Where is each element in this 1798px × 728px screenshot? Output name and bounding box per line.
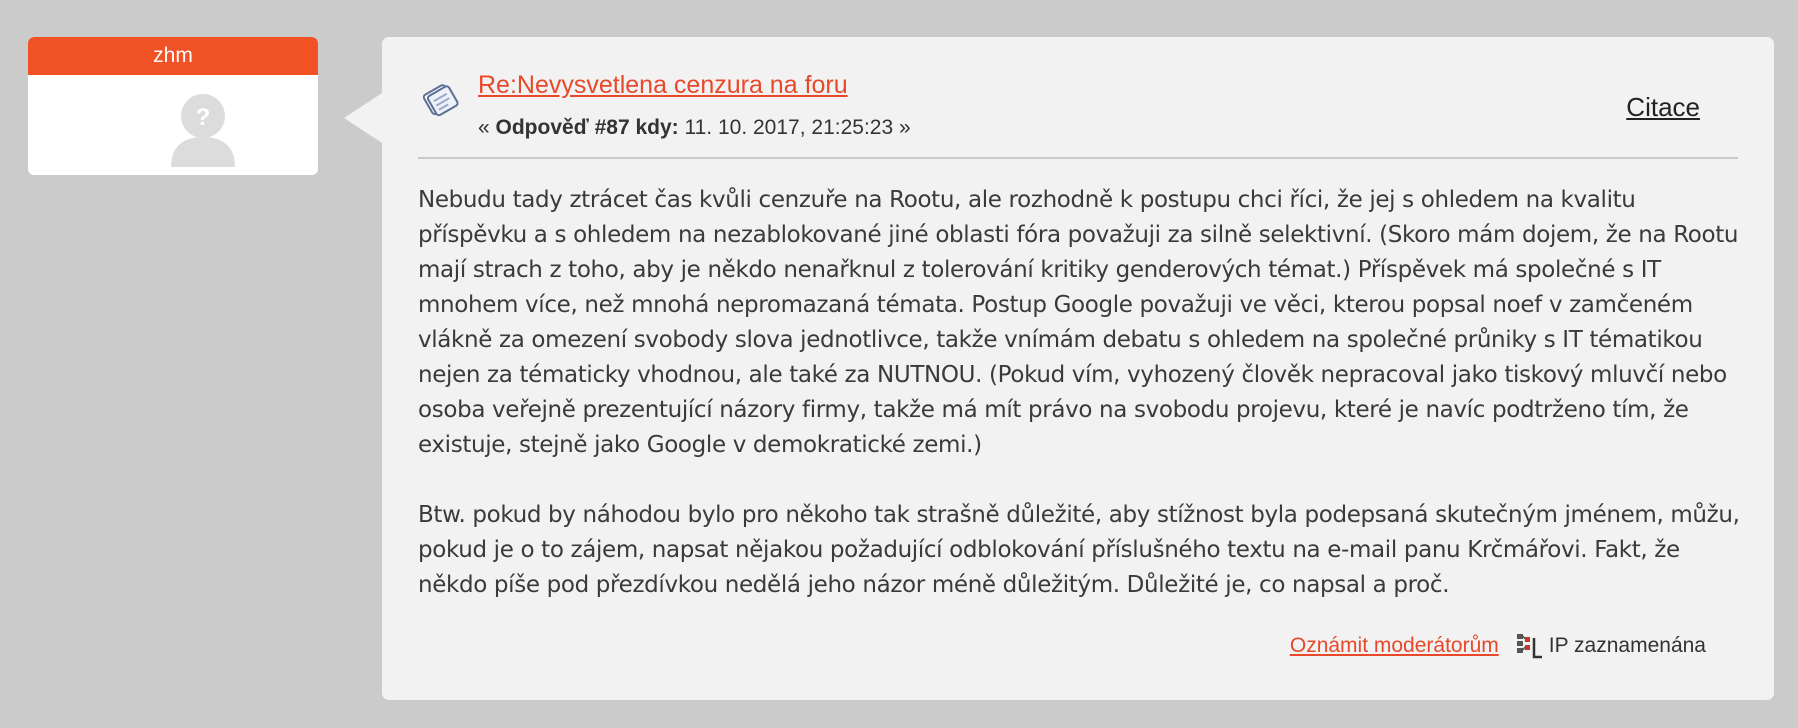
quote-button[interactable]: Citace [1626,92,1700,123]
post-datetime: 11. 10. 2017, 21:25:23 [678,116,899,139]
post-footer: Oznámit moderátorům IP zaznamenána [1290,632,1706,660]
post-paragraph: Nebudu tady ztrácet čas kvůli cenzuře na… [418,187,1739,458]
meta-open: « [478,116,496,139]
report-to-moderators-link[interactable]: Oznámit moderátorům [1290,634,1499,658]
post-pointer [344,93,382,143]
username[interactable]: zhm [28,37,318,75]
post-meta: « Odpověď #87 kdy: 11. 10. 2017, 21:25:2… [478,116,911,140]
user-card: zhm ? [28,37,318,175]
post-title-link[interactable]: Re:Nevysvetlena cenzura na foru [478,71,848,100]
post-icon [422,84,459,117]
svg-text:?: ? [196,104,211,131]
post-body: Nebudu tady ztrácet čas kvůli cenzuře na… [418,183,1743,638]
forum-post: Re:Nevysvetlena cenzura na foru « Odpově… [382,37,1774,700]
ip-logged-icon [1516,634,1542,659]
meta-close: » [898,116,911,139]
post-divider [418,157,1738,159]
post-paragraph: Btw. pokud by náhodou bylo pro někoho ta… [418,502,1740,598]
reply-label: Odpověď #87 kdy: [495,116,679,139]
ip-logged-label: IP zaznamenána [1548,634,1706,657]
avatar: ? [171,94,235,167]
